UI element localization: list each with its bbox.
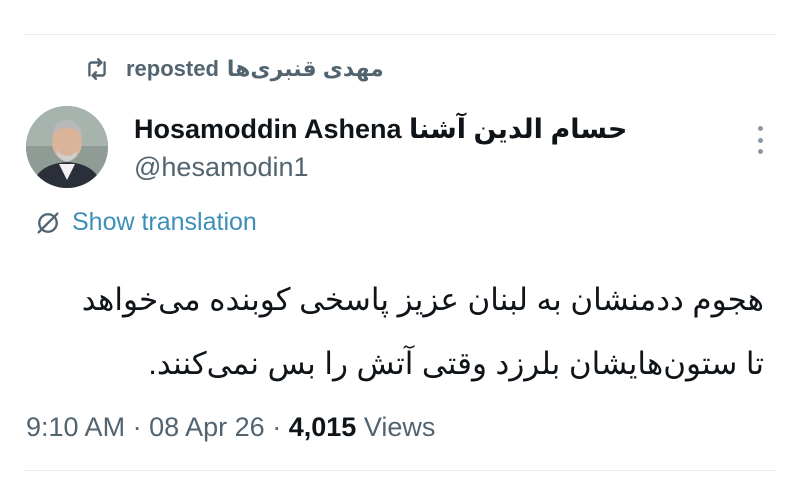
meta-separator: ·	[132, 412, 142, 442]
more-dot-icon	[757, 137, 763, 143]
meta-separator: ·	[272, 412, 282, 442]
handle[interactable]: @hesamodin1	[134, 152, 309, 183]
tweet-time[interactable]: 9:10 AM	[26, 412, 125, 442]
views-count: 4,015	[288, 412, 357, 442]
repost-icon	[82, 54, 112, 84]
more-options-button[interactable]	[748, 124, 772, 156]
more-dot-icon	[757, 126, 763, 131]
display-name[interactable]: Hosamoddin Ashena حسام الدين آشنا	[134, 114, 627, 145]
show-translation-link[interactable]: Show translation	[34, 208, 257, 237]
tweet-line: تا ستون‌هایشان بلرزد وقتی آتش را بس نمی‌…	[148, 346, 764, 381]
tweet-meta: 9:10 AM · 08 Apr 26 · 4,015 Views	[26, 412, 435, 443]
tweet-text: هجوم ددمنشان به لبنان عزیز پاسخی کوبنده …	[24, 268, 764, 396]
repost-user[interactable]: مهدی قنبری‌ها	[227, 56, 384, 82]
tweet-date[interactable]: 08 Apr 26	[149, 412, 265, 442]
top-divider	[24, 34, 776, 35]
tweet-line: هجوم ددمنشان به لبنان عزیز پاسخی کوبنده …	[81, 282, 764, 317]
more-dot-icon	[757, 149, 763, 154]
views-label: Views	[363, 412, 436, 442]
bottom-divider	[24, 470, 776, 471]
translate-icon	[34, 209, 62, 237]
avatar[interactable]	[26, 106, 108, 188]
repost-label: reposted	[126, 56, 219, 81]
show-translation-label[interactable]: Show translation	[72, 208, 257, 237]
repost-context[interactable]: reposted مهدی قنبری‌ها	[82, 54, 384, 84]
